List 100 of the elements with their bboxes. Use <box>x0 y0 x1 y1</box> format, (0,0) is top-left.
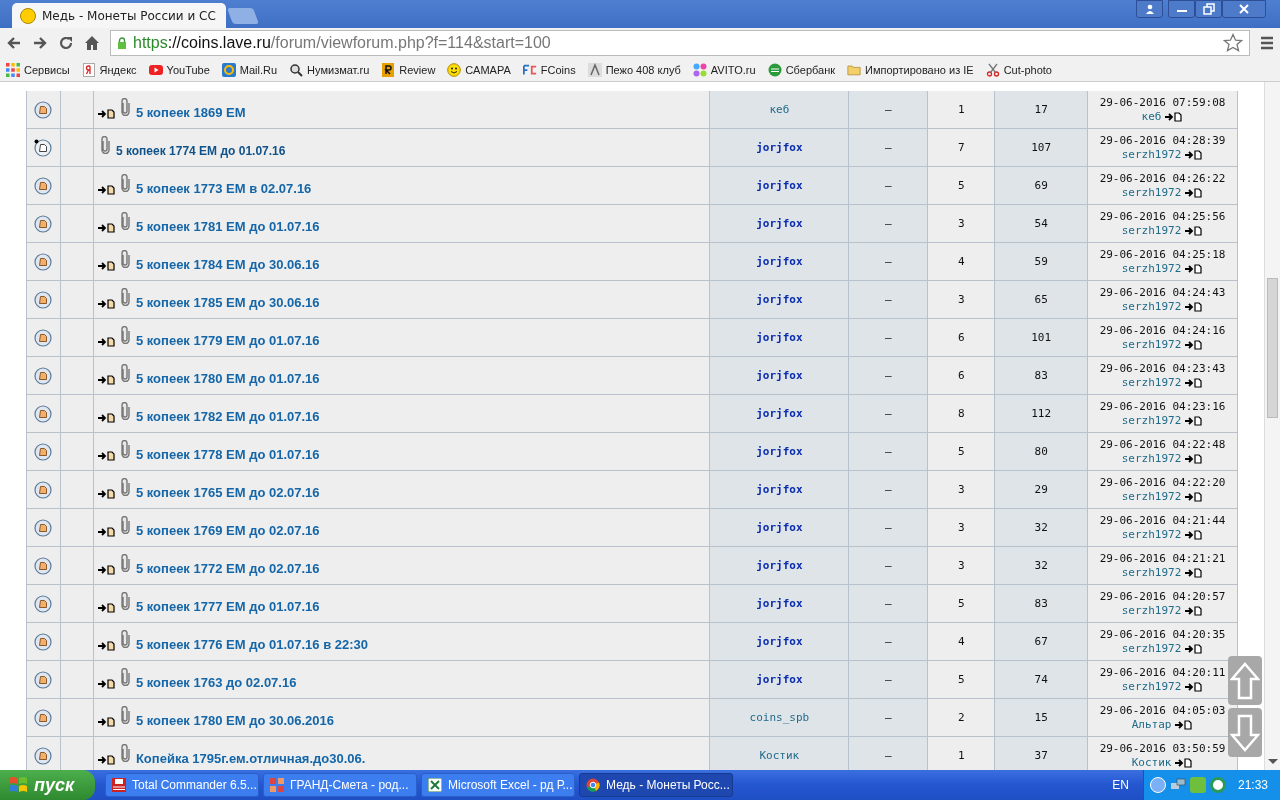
bookmark[interactable]: Нумизмат.ru <box>289 62 370 77</box>
arrow-page-icon[interactable] <box>97 450 116 461</box>
author-link[interactable]: jorjfox <box>756 673 803 686</box>
author-link[interactable]: jorjfox <box>756 407 803 420</box>
taskbar-button[interactable]: Total Commander 6.5... <box>105 773 259 797</box>
arrow-page-icon[interactable] <box>1185 301 1204 312</box>
language-indicator[interactable]: EN <box>1112 778 1129 792</box>
arrow-page-icon[interactable] <box>1185 529 1204 540</box>
author-link[interactable]: jorjfox <box>756 217 803 230</box>
arrow-page-icon[interactable] <box>1185 567 1204 578</box>
bookmark[interactable]: Сбербанк <box>767 62 836 77</box>
user-link[interactable]: serzh1972 <box>1121 223 1182 238</box>
arrow-page-icon[interactable] <box>1185 643 1204 654</box>
arrow-page-icon[interactable] <box>97 640 116 651</box>
scrollbar[interactable] <box>1264 82 1280 770</box>
home-icon[interactable] <box>84 35 100 51</box>
close-button[interactable] <box>1222 0 1266 18</box>
author-link[interactable]: jorjfox <box>756 445 803 458</box>
user-link[interactable]: serzh1972 <box>1121 527 1182 542</box>
arrow-page-icon[interactable] <box>1175 719 1194 730</box>
topic-link[interactable]: 5 копеек 1777 ЕМ до 01.07.16 <box>135 599 320 614</box>
user-link[interactable]: serzh1972 <box>1121 641 1182 656</box>
menu-icon[interactable] <box>1260 36 1274 50</box>
arrow-page-icon[interactable] <box>1185 605 1204 616</box>
start-button[interactable]: пуск <box>0 770 95 800</box>
author-link[interactable]: Костик <box>759 749 800 762</box>
topic-link[interactable]: 5 копеек 1784 ЕМ до 30.06.16 <box>135 257 320 272</box>
arrow-page-icon[interactable] <box>97 488 116 499</box>
user-link[interactable]: Костик <box>1131 755 1172 770</box>
author-link[interactable]: jorjfox <box>756 293 803 306</box>
user-link[interactable]: serzh1972 <box>1121 147 1182 162</box>
user-link[interactable]: serzh1972 <box>1121 185 1182 200</box>
reload-icon[interactable] <box>58 35 74 51</box>
topic-link[interactable]: Копейка 1795г.ем.отличная.до30.06. <box>135 751 366 766</box>
user-link[interactable]: serzh1972 <box>1121 375 1182 390</box>
minimize-button[interactable] <box>1168 0 1195 18</box>
user-link[interactable]: serzh1972 <box>1121 679 1182 694</box>
author-link[interactable]: jorjfox <box>756 483 803 496</box>
arrow-page-icon[interactable] <box>97 184 116 195</box>
arrow-page-icon[interactable] <box>1175 757 1194 768</box>
user-link[interactable]: кеб <box>1141 109 1162 124</box>
author-link[interactable]: coins_spb <box>749 711 810 724</box>
arrow-page-icon[interactable] <box>97 526 116 537</box>
arrow-page-icon[interactable] <box>97 108 116 119</box>
restore-button[interactable] <box>1195 0 1222 18</box>
arrow-page-icon[interactable] <box>97 260 116 271</box>
bookmark[interactable]: YouTube <box>148 62 210 77</box>
bookmark[interactable]: FCoins <box>522 62 576 77</box>
user-link[interactable]: serzh1972 <box>1121 299 1182 314</box>
scrollbar-thumb[interactable] <box>1267 278 1278 418</box>
arrow-page-icon[interactable] <box>1165 111 1184 122</box>
forward-icon[interactable] <box>32 35 48 51</box>
arrow-page-icon[interactable] <box>97 754 116 765</box>
topic-link[interactable]: 5 копеек 1772 ЕМ до 02.07.16 <box>135 561 320 576</box>
user-link[interactable]: serzh1972 <box>1121 489 1182 504</box>
bookmark[interactable]: Review <box>381 62 436 77</box>
arrow-page-icon[interactable] <box>97 298 116 309</box>
topic-link[interactable]: 5 копеек 1773 ЕМ в 02.07.16 <box>135 181 312 196</box>
topic-link[interactable]: 5 копеек 1763 до 02.07.16 <box>135 675 297 690</box>
arrow-page-icon[interactable] <box>1185 225 1204 236</box>
bookmark[interactable]: Mail.Ru <box>221 62 278 77</box>
back-icon[interactable] <box>6 35 22 51</box>
arrow-page-icon[interactable] <box>97 222 116 233</box>
arrow-page-icon[interactable] <box>97 564 116 575</box>
arrow-page-icon[interactable] <box>1185 377 1204 388</box>
arrow-page-icon[interactable] <box>97 412 116 423</box>
arrow-page-icon[interactable] <box>1185 149 1204 160</box>
arrow-page-icon[interactable] <box>1185 263 1204 274</box>
arrow-page-icon[interactable] <box>1185 339 1204 350</box>
taskbar-button[interactable]: Microsoft Excel - рд Р... <box>421 773 575 797</box>
topic-link[interactable]: 5 копеек 1778 ЕМ до 01.07.16 <box>135 447 320 462</box>
user-link[interactable]: serzh1972 <box>1121 261 1182 276</box>
arrow-page-icon[interactable] <box>97 678 116 689</box>
topic-link[interactable]: 5 копеек 1785 ЕМ до 30.06.16 <box>135 295 320 310</box>
topic-link[interactable]: 5 копеек 1782 ЕМ до 01.07.16 <box>135 409 320 424</box>
topic-link[interactable]: 5 копеек 1776 ЕМ до 01.07.16 в 22:30 <box>135 637 368 652</box>
user-link[interactable]: serzh1972 <box>1121 565 1182 580</box>
author-link[interactable]: jorjfox <box>756 179 803 192</box>
arrow-page-icon[interactable] <box>1185 453 1204 464</box>
arrow-page-icon[interactable] <box>97 336 116 347</box>
user-button[interactable] <box>1136 0 1163 18</box>
author-link[interactable]: jorjfox <box>756 559 803 572</box>
bookmark[interactable]: Сервисы <box>6 62 70 77</box>
bookmark[interactable]: Яндекс <box>81 62 137 77</box>
bookmark[interactable]: Cut-photo <box>985 62 1052 77</box>
topic-link[interactable]: 5 копеек 1781 ЕМ до 01.07.16 <box>135 219 320 234</box>
topic-link[interactable]: 5 копеек 1780 ЕМ до 30.06.2016 <box>135 713 334 728</box>
author-link[interactable]: jorjfox <box>756 597 803 610</box>
topic-link[interactable]: 5 копеек 1869 ЕМ <box>135 105 246 120</box>
author-link[interactable]: jorjfox <box>756 369 803 382</box>
taskbar-button[interactable]: Медь - Монеты Росс... <box>579 773 733 797</box>
arrow-page-icon[interactable] <box>97 602 116 613</box>
arrow-page-icon[interactable] <box>1185 491 1204 502</box>
arrow-page-icon[interactable] <box>1185 681 1204 692</box>
user-link[interactable]: serzh1972 <box>1121 603 1182 618</box>
browser-tab[interactable]: Медь - Монеты России и СС <box>12 3 226 28</box>
bookmark[interactable]: Импортировано из IE <box>847 62 974 77</box>
star-icon[interactable] <box>1223 33 1243 53</box>
bookmark[interactable]: САМАРА <box>447 62 511 77</box>
author-link[interactable]: jorjfox <box>756 331 803 344</box>
